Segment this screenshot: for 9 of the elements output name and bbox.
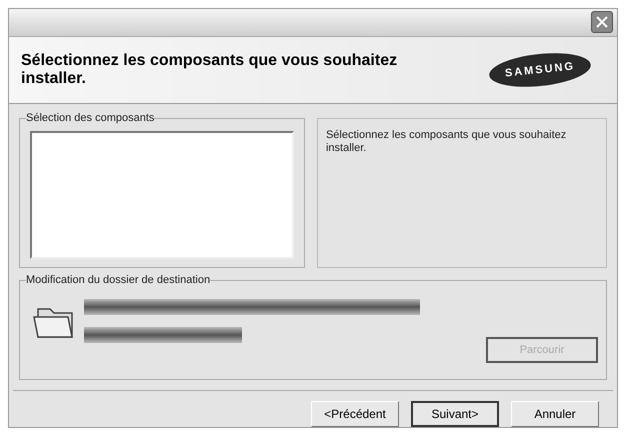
nav-button[interactable]: Annuler	[511, 401, 599, 427]
components-list[interactable]	[30, 131, 294, 260]
close-button[interactable]	[591, 11, 613, 34]
description-text: Sélectionnez les composants que vous souhaitez installer.	[326, 129, 568, 156]
header-title: Sélectionnez les composants que vous souhaitez installer.	[21, 52, 398, 88]
nav-button[interactable]: Suivant>	[411, 401, 499, 427]
nav-button[interactable]: <Précédent	[311, 401, 399, 427]
group-label: Sélection des composants	[26, 111, 154, 126]
close-icon	[596, 16, 608, 28]
